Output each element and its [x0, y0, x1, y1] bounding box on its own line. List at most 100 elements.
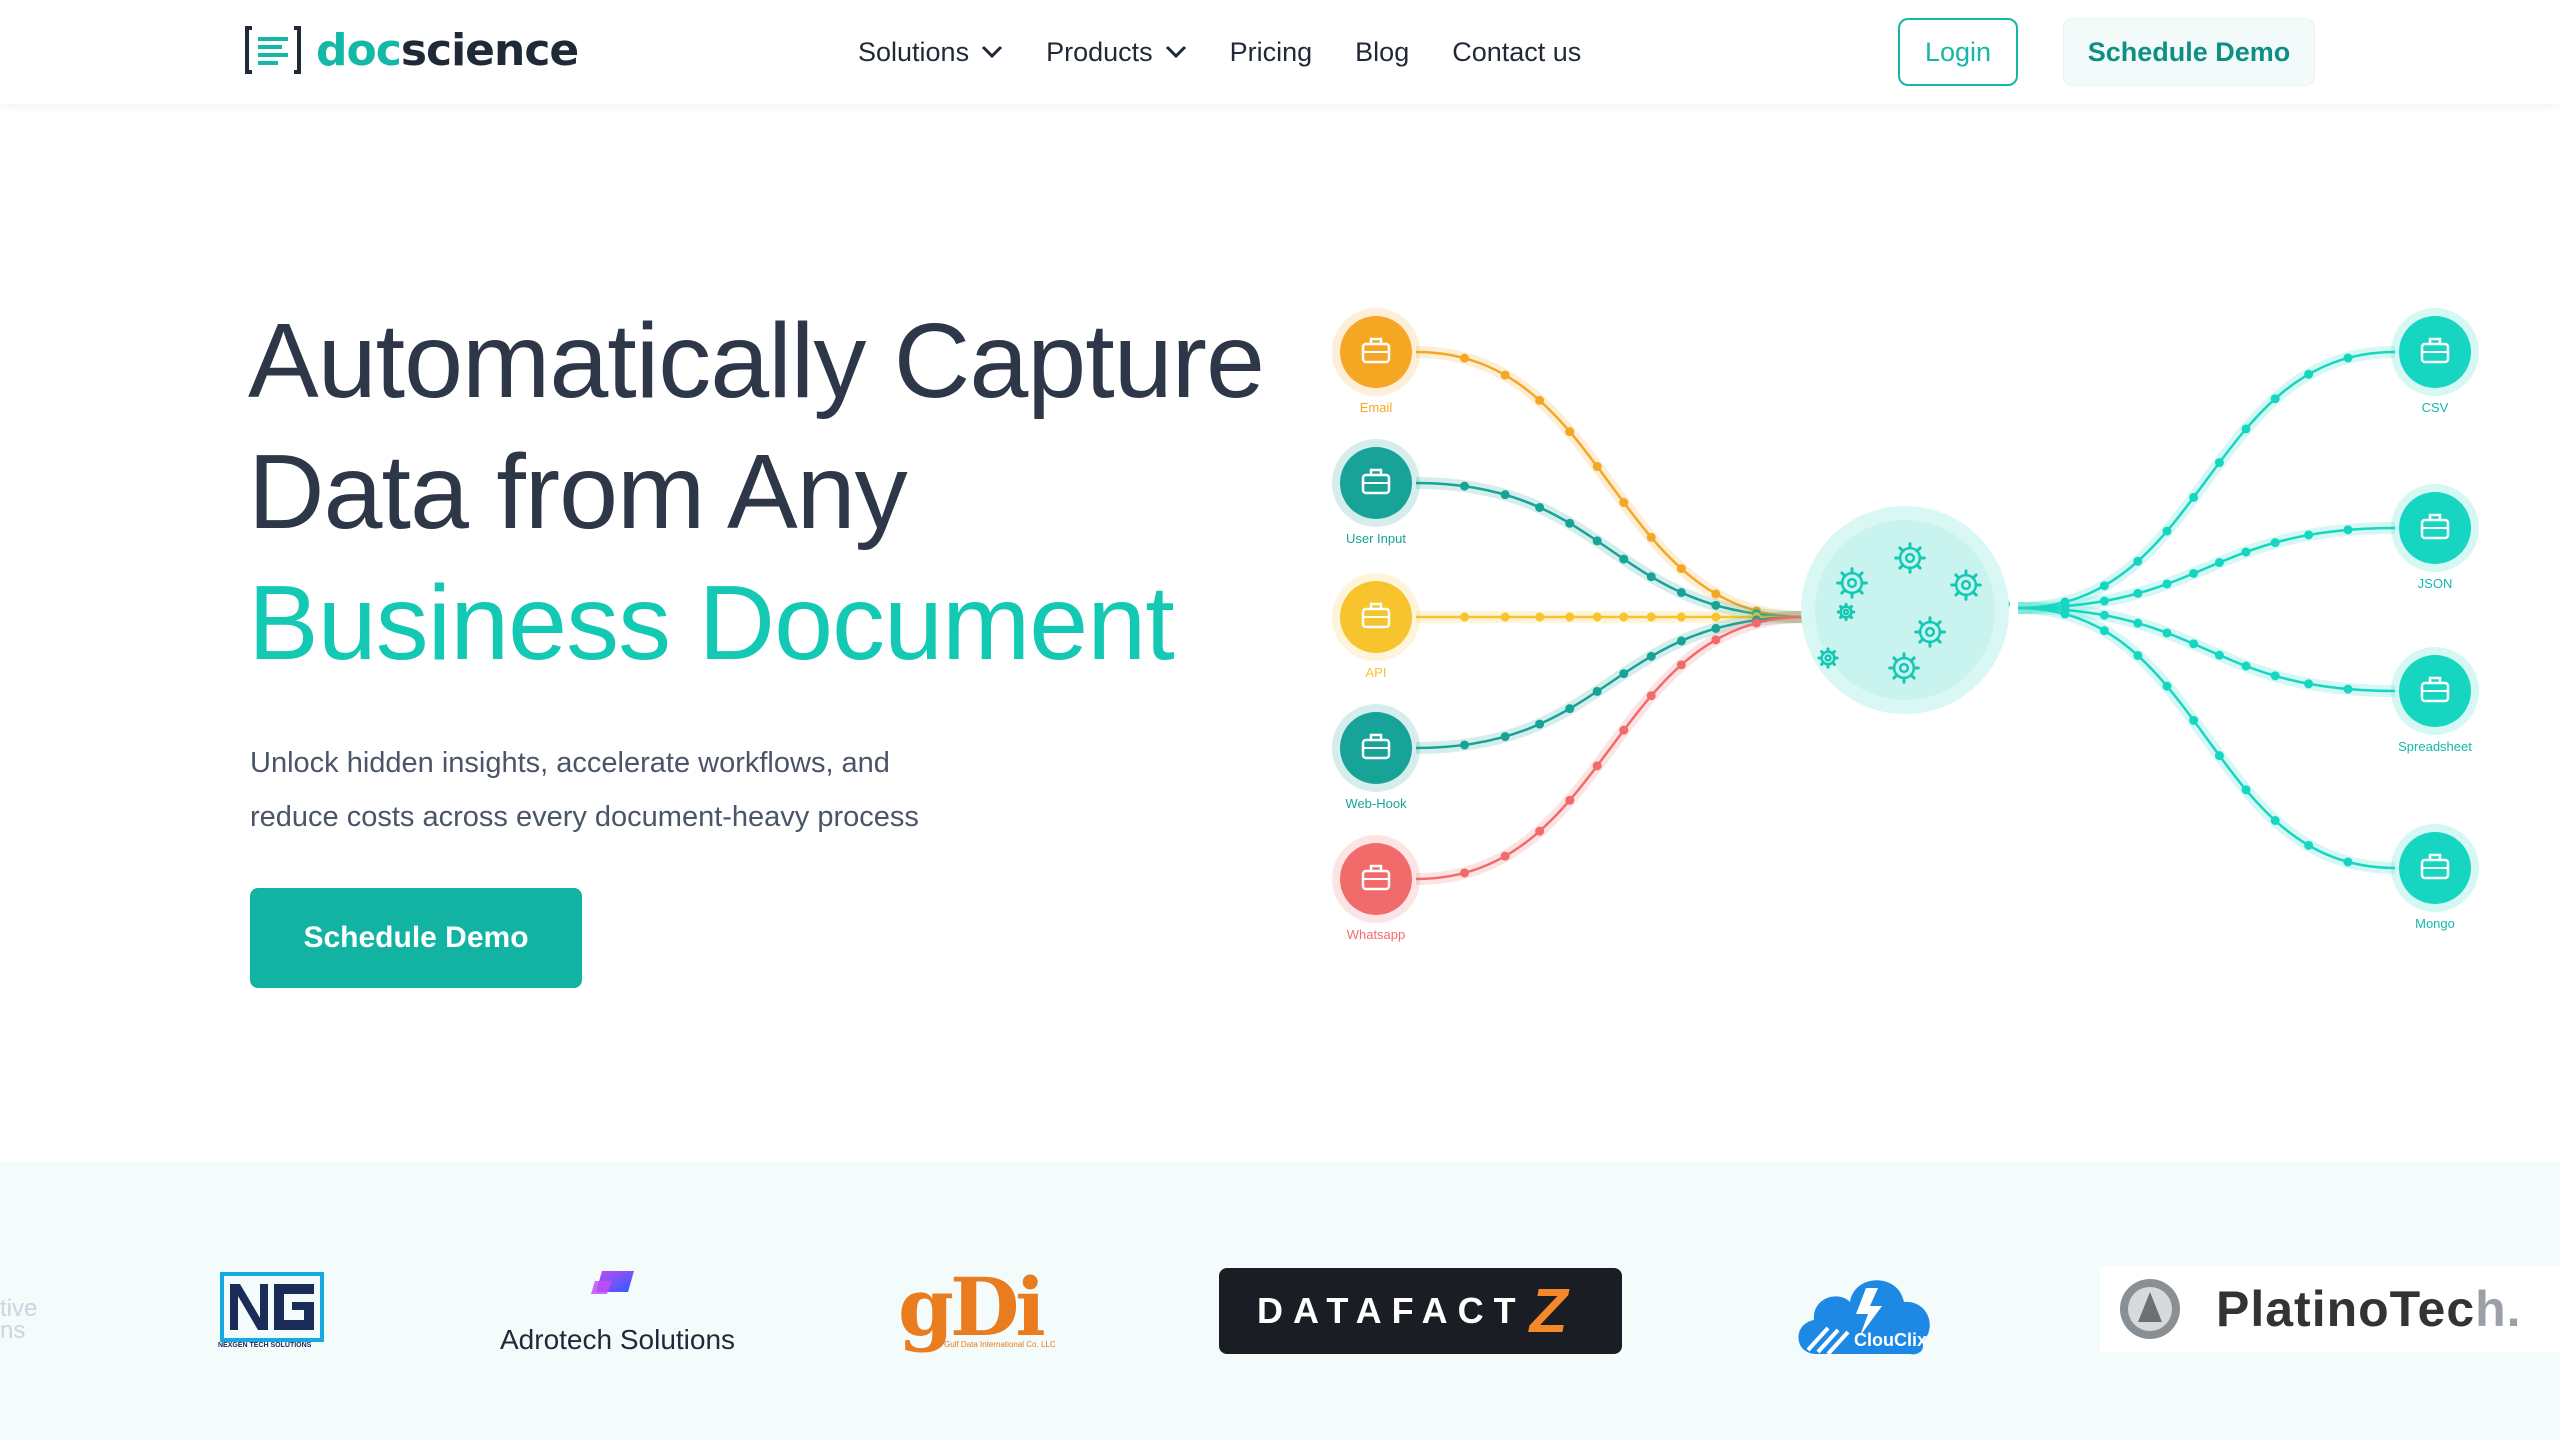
brand-part-doc: doc [316, 24, 402, 76]
chevron-down-icon [982, 45, 1003, 59]
output-flow-4-dot [2343, 857, 2353, 867]
output-flow-3-dot [2304, 679, 2314, 689]
adrotech-name: Adrotech Solutions [500, 1324, 736, 1355]
output-node-json-label: JSON [2418, 576, 2453, 591]
output-flow-3-dot [2241, 661, 2251, 671]
output-flow-4-dot [2133, 650, 2143, 660]
brand-logo[interactable]: docscience [244, 24, 579, 76]
output-flow-2-dot [2099, 596, 2109, 606]
output-flow-1-dot [2214, 458, 2224, 468]
output-flow-1-dot [2133, 556, 2143, 566]
input-flow-4-dot [1592, 686, 1602, 696]
input-flow-5-dot [1592, 761, 1602, 771]
input-node-user-input[interactable]: User Input [1332, 439, 1420, 546]
gdi-caption: Gulf Data International Co. LLC [944, 1340, 1056, 1349]
datafactz-z-mark: Z [1529, 1276, 1568, 1346]
hero-title-line1: Automatically Capture [248, 302, 1265, 420]
gdi-logo: gDi [898, 1260, 1046, 1354]
output-flow-2-dot [2270, 538, 2280, 548]
input-flow-2-dot [1565, 518, 1575, 528]
input-flow-2-dot [1592, 536, 1602, 546]
chevron-down-icon [1165, 45, 1186, 59]
input-flow-2-dot [1619, 554, 1629, 564]
input-flow-3-dot [1500, 612, 1510, 622]
input-flow-4-dot [1565, 704, 1575, 714]
platinotech-name-tail: h. [2475, 1281, 2522, 1337]
site-header: docscience Solutions Products Pricing Bl… [0, 0, 2560, 104]
input-flow-1-dot [1592, 461, 1602, 471]
input-flow-2-dot [1460, 481, 1470, 491]
input-node-api[interactable]: API [1332, 573, 1420, 680]
output-flow-3-dot [2133, 618, 2143, 628]
input-flow-4 [1415, 615, 1806, 750]
input-flow-3-dot [1619, 612, 1629, 622]
nav-solutions[interactable]: Solutions [858, 37, 1003, 68]
input-flow-5-dot [1535, 826, 1545, 836]
input-flow-1-dot [1565, 427, 1575, 437]
datafactz-main-text: DATAFACT [1257, 1290, 1526, 1331]
input-flow-5-dot [1751, 618, 1761, 628]
nav-pricing-label: Pricing [1229, 36, 1313, 67]
input-node-whatsapp[interactable]: Whatsapp [1332, 835, 1420, 942]
adrotech-logo-mark [591, 1271, 634, 1294]
nav-products-label: Products [1046, 36, 1153, 67]
input-flow-5-dot [1460, 868, 1470, 878]
output-node-json[interactable]: JSON [2391, 484, 2479, 591]
login-button[interactable]: Login [1898, 18, 2018, 86]
input-node-whatsapp-label: Whatsapp [1347, 927, 1406, 942]
nav-blog[interactable]: Blog [1355, 37, 1409, 68]
input-node-email[interactable]: Email [1332, 308, 1420, 415]
output-flow-3-dot [2189, 639, 2199, 649]
output-node-spreadsheet[interactable]: Spreadsheet [2391, 647, 2479, 754]
nav-pricing[interactable]: Pricing [1230, 37, 1313, 68]
input-flow-1-dot [1676, 564, 1686, 574]
output-node-csv[interactable]: CSV [2391, 308, 2479, 415]
input-node-user-input-label: User Input [1346, 531, 1406, 546]
input-flow-3-dot [1592, 612, 1602, 622]
hero-subtitle-line1: Unlock hidden insights, accelerate workf… [250, 747, 890, 779]
core-processor [1801, 506, 2009, 714]
output-flow-1-dot [2343, 353, 2353, 363]
input-flow-4-dot [1619, 669, 1629, 679]
clouclix-text: ClouClix [1854, 1330, 1927, 1350]
brand-part-science: science [400, 24, 579, 76]
input-flow-4-dot [1500, 732, 1510, 742]
output-flow-4-dot [2270, 816, 2280, 826]
input-flow-2-dot [1646, 572, 1656, 582]
hero-subtitle: Unlock hidden insights, accelerate workf… [250, 736, 1050, 844]
output-node-mongo[interactable]: Mongo [2391, 824, 2479, 931]
output-flow-2-dot [2343, 525, 2353, 535]
hero-subtitle-line2: reduce costs across every document-heavy… [250, 801, 919, 833]
input-node-web-hook[interactable]: Web-Hook [1332, 704, 1420, 811]
document-logo-icon [245, 26, 301, 74]
input-flow-5-dot [1711, 635, 1721, 645]
schedule-demo-hero-button[interactable]: Schedule Demo [250, 888, 582, 988]
output-flow-1-dot [2304, 369, 2314, 379]
output-flow-1-dot [2241, 424, 2251, 434]
output-flow-4-dot [2304, 840, 2314, 850]
output-node-mongo-label: Mongo [2415, 916, 2455, 931]
platinotech-logo: PlatinoTech. [2100, 1266, 2560, 1352]
input-flow-5-dot [1500, 851, 1510, 861]
input-flow-4-dot [1646, 651, 1656, 661]
nexgen-caption: NEXGEN TECH SOLUTIONS [218, 1342, 312, 1349]
input-flow-1-dot [1460, 353, 1470, 363]
output-flow-3-dot [2162, 628, 2172, 638]
schedule-demo-header-button[interactable]: Schedule Demo [2063, 18, 2315, 86]
input-flow-3-dot [1711, 612, 1721, 622]
output-flow-1-dot [2270, 394, 2280, 404]
input-flow-4-dot [1535, 719, 1545, 729]
output-flow-4-dot [2099, 626, 2109, 636]
output-flow-4-dot [2060, 609, 2070, 619]
hero-title-line3: Business Document [248, 564, 1175, 682]
input-flow-1-dot [1535, 395, 1545, 405]
output-flow-2-dot [2214, 558, 2224, 568]
input-flow-2-dot [1676, 588, 1686, 598]
input-flow-1-dot [1619, 498, 1629, 508]
input-node-web-hook-label: Web-Hook [1345, 796, 1407, 811]
nav-products[interactable]: Products [1046, 37, 1187, 68]
input-flow-1-dot [1646, 532, 1656, 542]
platinotech-name: PlatinoTech. [2216, 1280, 2522, 1338]
nav-contact[interactable]: Contact us [1452, 37, 1581, 68]
input-flow-5-dot [1676, 660, 1686, 670]
